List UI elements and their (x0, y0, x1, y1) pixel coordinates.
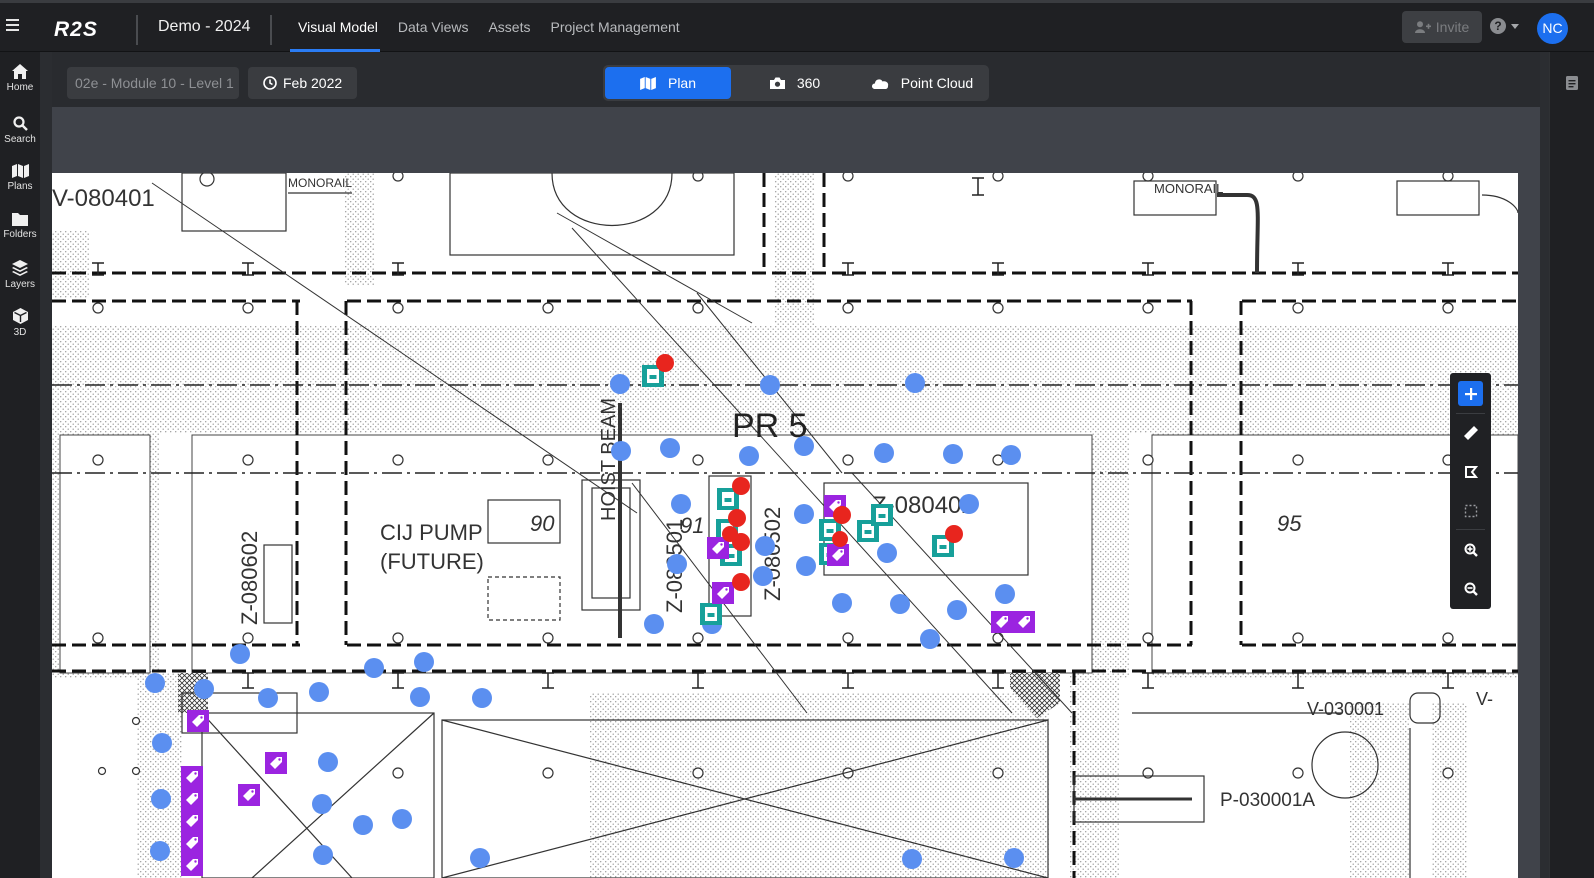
folder-icon (12, 213, 28, 226)
project-title[interactable]: Demo - 2024 (158, 18, 251, 36)
drawing-label-v030001: V-030001 (1307, 699, 1384, 719)
sidebar-item-label: 3D (13, 327, 27, 338)
sidebar-item-label: Search (4, 134, 36, 145)
sidebar-item-label: Plans (7, 181, 33, 192)
sidebar-item-3d[interactable]: 3D (0, 300, 40, 346)
r2s-logo: R2S (54, 18, 98, 40)
date-selector[interactable]: Feb 2022 (248, 67, 357, 99)
app-root: R2S Demo - 2024 Visual Model Data Views … (0, 0, 1594, 878)
main-nav: Visual Model Data Views Assets Project M… (290, 3, 682, 52)
view-360-label: 360 (796, 75, 821, 91)
document-icon[interactable] (1566, 76, 1578, 90)
drawing-label-monorail: MONORAIL (288, 176, 352, 190)
tab-data-views[interactable]: Data Views (396, 3, 471, 52)
view-toolbar: 02e - Module 10 - Level 1 Feb 2022 Plan … (52, 52, 1540, 107)
drawing-label-z080602: Z-080602 (237, 531, 262, 625)
drawing-label-pr5: PR 5 (732, 407, 808, 445)
tab-assets[interactable]: Assets (486, 3, 532, 52)
header-divider (136, 15, 138, 45)
plan-canvas[interactable]: V-080401 MONORAIL MONORAIL PR 5 CIJ PUMP… (52, 107, 1540, 878)
sidebar-item-folders[interactable]: Folders (0, 204, 40, 250)
sidebar-item-label: Layers (4, 279, 35, 290)
tab-visual-model[interactable]: Visual Model (290, 3, 380, 52)
invite-button[interactable]: Invite (1402, 11, 1482, 43)
zoom-in-button[interactable] (1458, 537, 1483, 562)
drawing-label-p030001a: P-030001A (1220, 790, 1315, 811)
svg-text:R2S: R2S (54, 18, 98, 40)
sidebar-item-layers[interactable]: Layers (0, 252, 40, 298)
top-bar: R2S Demo - 2024 Visual Model Data Views … (0, 0, 1594, 52)
rectangle-select-icon (1464, 504, 1477, 517)
left-sidebar: Home Search Plans Folders Layers 3D (0, 52, 40, 878)
camera-icon (769, 77, 785, 89)
chevron-down-icon (1511, 23, 1519, 29)
location-selector[interactable]: 02e - Module 10 - Level 1 (67, 67, 239, 99)
map-icon (640, 76, 656, 90)
view-point-cloud-label: Point Cloud (900, 75, 974, 91)
drawing-label-cij-pump: CIJ PUMP (380, 520, 483, 545)
cloud-icon (871, 79, 888, 89)
view-plan-label: Plan (667, 75, 697, 91)
polygon-select-icon (1464, 465, 1478, 478)
clock-icon (263, 76, 277, 90)
view-point-cloud-button[interactable]: Point Cloud (857, 67, 987, 99)
drawing-label-90: 90 (530, 511, 555, 536)
hamburger-menu-icon[interactable] (6, 16, 26, 38)
drawing-label-future: (FUTURE) (380, 549, 484, 574)
drawing-label-monorail: MONORAIL (1154, 181, 1223, 196)
sidebar-item-plans[interactable]: Plans (0, 156, 40, 202)
sidebar-item-label: Home (6, 82, 34, 93)
date-label: Feb 2022 (283, 75, 343, 91)
view-mode-toggle: Plan 360 Point Cloud (603, 65, 989, 101)
rectangle-select-button[interactable] (1458, 498, 1483, 523)
avatar[interactable]: NC (1537, 13, 1568, 44)
ruler-icon (1463, 425, 1478, 440)
add-annotation-button[interactable] (1458, 381, 1483, 406)
sidebar-item-search[interactable]: Search (0, 108, 40, 154)
cube-icon (12, 308, 28, 324)
help-menu[interactable]: ? (1490, 18, 1519, 34)
invite-label: Invite (1435, 19, 1470, 35)
view-360-button[interactable]: 360 (735, 67, 855, 99)
drawing-label-v-edge: V- (1476, 689, 1493, 709)
measure-button[interactable] (1458, 420, 1483, 445)
layers-icon (12, 260, 28, 276)
header-divider (270, 15, 272, 45)
question-circle-icon: ? (1490, 18, 1506, 34)
search-icon (12, 116, 28, 131)
sidebar-item-label: Folders (3, 229, 37, 240)
zoom-out-icon (1464, 582, 1478, 596)
drawing-label-95: 95 (1277, 511, 1302, 536)
add-user-icon (1414, 21, 1431, 33)
tab-project-management[interactable]: Project Management (548, 3, 681, 52)
floor-plan-drawing[interactable]: V-080401 MONORAIL MONORAIL PR 5 CIJ PUMP… (52, 173, 1518, 878)
zoom-out-button[interactable] (1458, 576, 1483, 601)
polygon-select-button[interactable] (1458, 459, 1483, 484)
map-icon (11, 164, 29, 178)
plus-icon (1464, 387, 1477, 400)
home-icon (12, 64, 28, 79)
zoom-in-icon (1464, 543, 1478, 557)
map-tools-panel (1450, 373, 1491, 609)
drawing-label-v080401: V-080401 (52, 185, 155, 212)
right-sidebar (1549, 52, 1594, 878)
sidebar-item-home[interactable]: Home (0, 56, 40, 102)
view-plan-button[interactable]: Plan (605, 67, 731, 99)
